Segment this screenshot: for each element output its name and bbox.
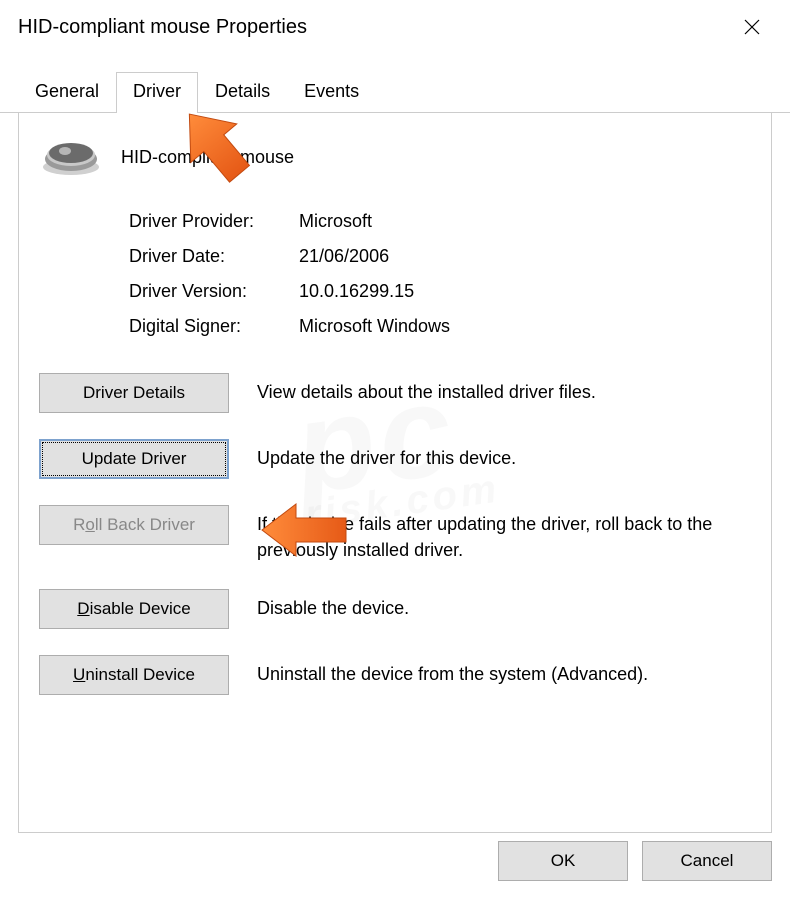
mouse-icon bbox=[39, 133, 103, 181]
signer-label: Digital Signer: bbox=[129, 316, 299, 337]
tab-driver[interactable]: Driver bbox=[116, 72, 198, 113]
driver-details-button[interactable]: Driver Details bbox=[39, 373, 229, 413]
date-label: Driver Date: bbox=[129, 246, 299, 267]
date-value: 21/06/2006 bbox=[299, 246, 389, 267]
titlebar: HID-compliant mouse Properties bbox=[0, 0, 790, 52]
uninstall-device-button[interactable]: Uninstall Device bbox=[39, 655, 229, 695]
close-icon bbox=[744, 19, 760, 35]
version-value: 10.0.16299.15 bbox=[299, 281, 414, 302]
tab-content-driver: HID-compliant mouse Driver Provider: Mic… bbox=[18, 113, 772, 833]
cancel-button[interactable]: Cancel bbox=[642, 841, 772, 881]
rollback-driver-desc: If the device fails after updating the d… bbox=[257, 505, 751, 563]
tabs-row: General Driver Details Events bbox=[0, 52, 790, 113]
driver-info: Driver Provider: Microsoft Driver Date: … bbox=[129, 211, 751, 337]
close-button[interactable] bbox=[732, 12, 772, 42]
disable-device-desc: Disable the device. bbox=[257, 589, 751, 621]
provider-value: Microsoft bbox=[299, 211, 372, 232]
tab-general[interactable]: General bbox=[18, 72, 116, 112]
uninstall-device-desc: Uninstall the device from the system (Ad… bbox=[257, 655, 751, 687]
provider-label: Driver Provider: bbox=[129, 211, 299, 232]
version-label: Driver Version: bbox=[129, 281, 299, 302]
signer-value: Microsoft Windows bbox=[299, 316, 450, 337]
ok-button[interactable]: OK bbox=[498, 841, 628, 881]
driver-details-desc: View details about the installed driver … bbox=[257, 373, 751, 405]
device-name: HID-compliant mouse bbox=[121, 147, 294, 168]
dialog-footer: OK Cancel bbox=[498, 841, 772, 881]
update-driver-desc: Update the driver for this device. bbox=[257, 439, 751, 471]
window-title: HID-compliant mouse Properties bbox=[18, 16, 307, 39]
tab-details[interactable]: Details bbox=[198, 72, 287, 112]
device-header: HID-compliant mouse bbox=[39, 133, 751, 181]
tab-events[interactable]: Events bbox=[287, 72, 376, 112]
update-driver-button[interactable]: Update Driver bbox=[39, 439, 229, 479]
disable-device-button[interactable]: Disable Device bbox=[39, 589, 229, 629]
rollback-driver-button: Roll Back Driver bbox=[39, 505, 229, 545]
